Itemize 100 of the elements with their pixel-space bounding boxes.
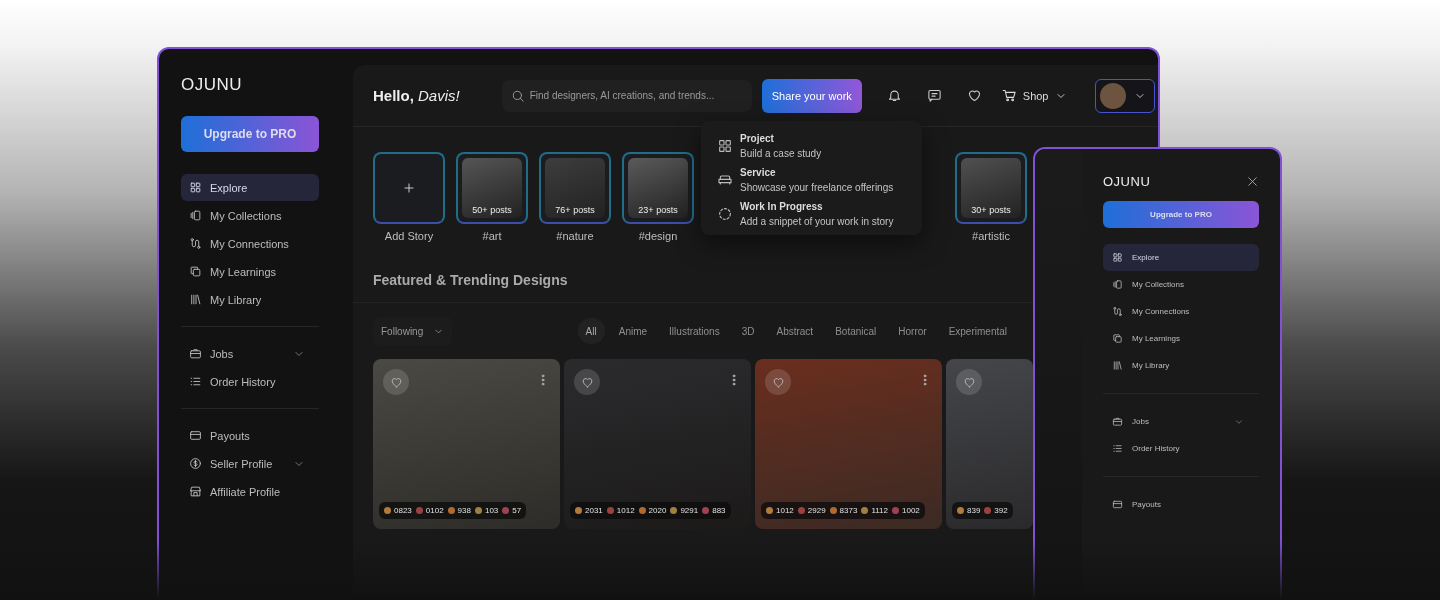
nav-item[interactable]: My Library <box>181 286 319 313</box>
nav-item[interactable]: Order History <box>1103 435 1259 462</box>
stat-count: 9291 <box>680 506 699 515</box>
nav-item[interactable]: My Connections <box>181 230 319 257</box>
like-button[interactable] <box>765 369 791 395</box>
reaction-icon <box>575 507 582 514</box>
menu-item[interactable]: Project Build a case study <box>717 133 908 159</box>
search-field[interactable]: Find designers, AI creations, and trends... <box>501 79 752 112</box>
nav-item[interactable]: Payouts <box>1103 491 1259 518</box>
close-icon[interactable] <box>1246 174 1259 188</box>
post-count: 23+ posts <box>637 205 679 215</box>
heart-icon[interactable] <box>966 88 982 103</box>
category-tab[interactable]: 3D <box>733 318 763 344</box>
story-ring[interactable]: 76+ posts <box>539 152 611 224</box>
nav-item[interactable]: Payouts <box>181 422 319 449</box>
heart-icon <box>962 375 976 389</box>
nav-item[interactable]: My Learnings <box>181 258 319 285</box>
books-icon <box>189 293 202 306</box>
story-label: Add Story <box>384 230 434 242</box>
avatar <box>1099 82 1126 109</box>
nav-item[interactable]: Affiliate Profile <box>181 478 319 505</box>
story-label: #design <box>638 230 678 242</box>
stat-count: 1012 <box>616 506 635 515</box>
profile-button[interactable] <box>1094 78 1155 113</box>
reaction-icon <box>606 507 614 514</box>
path-icon <box>189 237 202 250</box>
like-button[interactable] <box>574 369 600 395</box>
list-icon <box>189 375 202 388</box>
nav-item[interactable]: Explore <box>181 174 319 201</box>
reaction-icon <box>502 507 510 514</box>
category-tab[interactable]: Abstract <box>768 318 822 344</box>
category-tab[interactable]: All <box>577 318 605 344</box>
stat-count: 392 <box>994 506 1008 515</box>
design-card[interactable]: 839 392 <box>946 359 1033 529</box>
nav-item[interactable]: My Collections <box>181 202 319 229</box>
chat-icon[interactable] <box>926 88 942 103</box>
category-tab[interactable]: Horror <box>890 318 935 344</box>
stat-count: 1112 <box>871 506 888 515</box>
nav-item[interactable]: My Library <box>1103 352 1259 379</box>
design-card[interactable]: 0823 0102 938 103 57 <box>373 359 560 529</box>
reaction-icon <box>892 507 899 514</box>
post-count: 76+ posts <box>554 205 596 215</box>
reaction-icon <box>474 507 482 514</box>
share-button[interactable]: Share your work <box>761 78 862 113</box>
grid-icon <box>189 181 202 194</box>
reaction-icon <box>702 507 710 514</box>
like-button[interactable] <box>956 369 982 395</box>
reaction-icon <box>766 507 773 514</box>
logo: OJUNU <box>181 75 243 95</box>
dollar-coin-icon <box>189 457 202 470</box>
photo-placeholder <box>545 158 605 218</box>
greeting: Hello, Davis! <box>373 87 460 104</box>
like-button[interactable] <box>383 369 409 395</box>
reaction-icon <box>638 507 646 514</box>
nav-item[interactable]: Jobs <box>1103 408 1259 435</box>
nav-item[interactable]: Seller Profile <box>181 450 319 477</box>
story-ring[interactable]: 23+ posts <box>622 152 694 224</box>
nav-item[interactable]: Jobs <box>181 340 319 367</box>
post-count: 50+ posts <box>471 205 513 215</box>
shop-button[interactable]: Shop <box>1001 88 1067 103</box>
bell-icon[interactable] <box>886 88 902 103</box>
stat-count: 1012 <box>776 506 794 515</box>
stat-count: 883 <box>712 506 726 515</box>
stat-count: 103 <box>484 506 499 515</box>
story-label: #art <box>482 230 502 242</box>
category-tab[interactable]: Anime <box>610 318 656 344</box>
category-tab[interactable]: Illustrations <box>661 318 728 344</box>
stat-count: 2020 <box>648 506 667 515</box>
books-icon <box>1112 360 1123 371</box>
stat-count: 938 <box>457 506 471 515</box>
cards-icon <box>189 209 202 222</box>
stat-count: 0823 <box>394 506 412 515</box>
design-card[interactable]: 2031 1012 2020 9291 883 <box>564 359 751 529</box>
grid-icon <box>717 138 733 154</box>
upgrade-button[interactable]: Upgrade to PRO <box>181 116 319 152</box>
category-tab[interactable]: Botanical <box>827 318 885 344</box>
upgrade-button[interactable]: Upgrade to PRO <box>1103 201 1259 228</box>
heart-icon <box>580 375 594 389</box>
heart-icon <box>389 375 403 389</box>
storefront-icon <box>189 485 202 498</box>
story-ring[interactable]: 50+ posts <box>456 152 528 224</box>
nav-item[interactable]: My Learnings <box>1103 325 1259 352</box>
nav-item[interactable]: Order History <box>181 368 319 395</box>
category-tab[interactable]: Experimental <box>940 318 1015 344</box>
reaction-icon <box>447 507 455 514</box>
stat-count: 57 <box>512 506 522 515</box>
story-label: #artistic <box>972 230 1010 242</box>
stat-count: 2031 <box>585 506 603 515</box>
design-card[interactable]: 1012 2929 8373 1112 1002 <box>755 359 942 529</box>
dashed-circle-icon <box>717 206 733 222</box>
nav-item[interactable]: Explore <box>1103 244 1259 271</box>
reaction-icon <box>957 507 964 514</box>
stat-count: 839 <box>967 506 981 515</box>
path-icon <box>1112 306 1123 317</box>
reaction-icon <box>384 507 391 514</box>
reaction-icon <box>797 507 805 514</box>
menu-item[interactable]: Service Showcase your freelance offerings <box>717 167 908 193</box>
menu-item[interactable]: Work In Progress Add a snippet of your work in story <box>717 201 908 227</box>
stat-count: 0102 <box>425 506 444 515</box>
add-story-button[interactable] <box>373 152 445 224</box>
